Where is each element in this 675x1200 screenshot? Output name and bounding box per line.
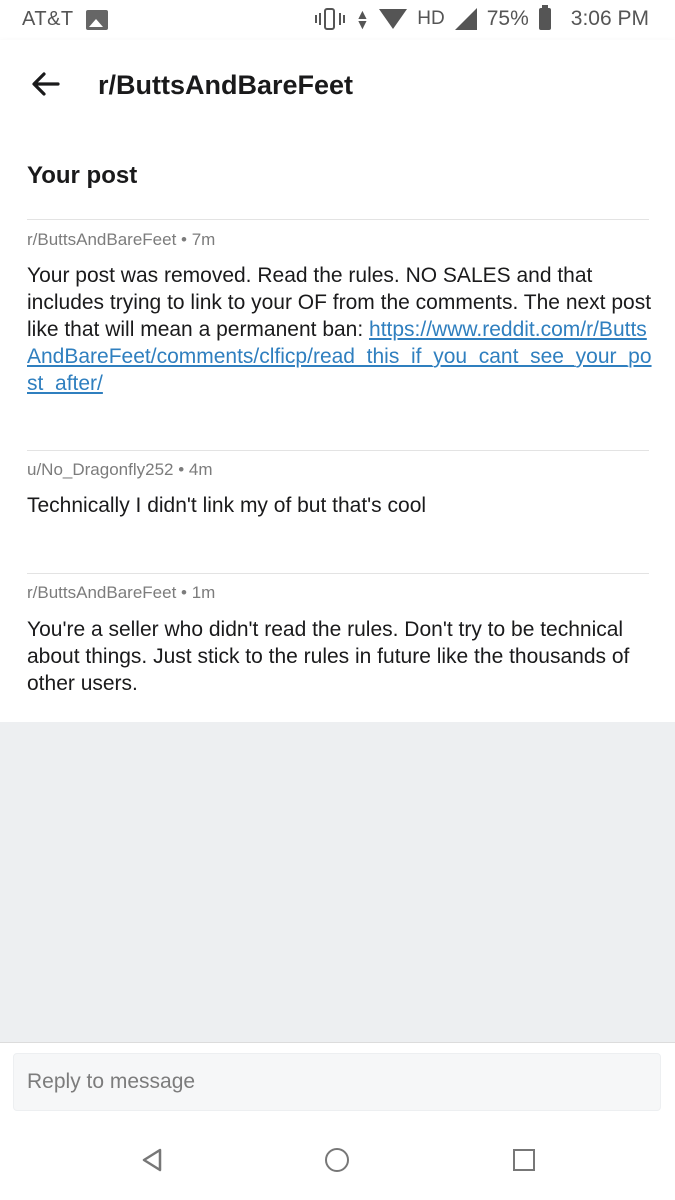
carrier-label: AT&T <box>22 8 74 30</box>
message-meta: r/ButtsAndBareFeet • 7m <box>27 230 216 249</box>
signal-icon <box>454 8 477 30</box>
page-title: r/ButtsAndBareFeet <box>98 70 354 100</box>
reply-bar <box>0 1042 675 1133</box>
network-label: HD <box>417 8 445 29</box>
message-author[interactable]: u/No_Dragonfly252 <box>27 460 173 479</box>
message-age: 7m <box>191 230 216 249</box>
message-body: Technically I didn't link my of but that… <box>27 492 652 519</box>
wifi-icon <box>379 9 408 29</box>
clock: 3:06 PM <box>570 7 649 30</box>
message-body: Your post was removed. Read the rules. N… <box>27 262 652 397</box>
divider <box>27 219 649 220</box>
system-nav-bar <box>0 1132 675 1200</box>
message-age: 1m <box>191 583 216 602</box>
divider <box>27 450 649 451</box>
message-meta: r/ButtsAndBareFeet • 1m <box>27 583 216 602</box>
reply-input[interactable] <box>13 1053 661 1111</box>
message-text: You're a seller who didn't read the rule… <box>27 618 630 695</box>
vibrate-icon <box>315 7 346 31</box>
message-thread: Your post r/ButtsAndBareFeet • 7m Your p… <box>0 130 675 722</box>
divider <box>27 573 649 574</box>
battery-percent: 75% <box>486 7 529 30</box>
app-bar: r/ButtsAndBareFeet <box>0 40 675 130</box>
battery-icon <box>538 5 551 30</box>
message-text: Technically I didn't link my of but that… <box>27 494 427 517</box>
message-meta: u/No_Dragonfly252 • 4m <box>27 460 213 479</box>
nav-home-icon[interactable] <box>325 1148 349 1172</box>
nav-back-icon[interactable] <box>140 1148 164 1172</box>
nav-recents-icon[interactable] <box>513 1149 535 1171</box>
message-age: 4m <box>188 460 213 479</box>
empty-area <box>0 722 675 1042</box>
message-author[interactable]: r/ButtsAndBareFeet <box>27 583 176 602</box>
image-icon <box>85 9 108 30</box>
message-author[interactable]: r/ButtsAndBareFeet <box>27 230 176 249</box>
message-body: You're a seller who didn't read the rule… <box>27 616 652 697</box>
thread-title: Your post <box>27 162 138 189</box>
data-arrows-icon: ▲ ▼ <box>355 6 370 32</box>
status-bar: AT&T ▲ ▼ HD 75% 3:06 PM <box>0 0 675 40</box>
arrow-left-icon[interactable] <box>30 68 62 100</box>
